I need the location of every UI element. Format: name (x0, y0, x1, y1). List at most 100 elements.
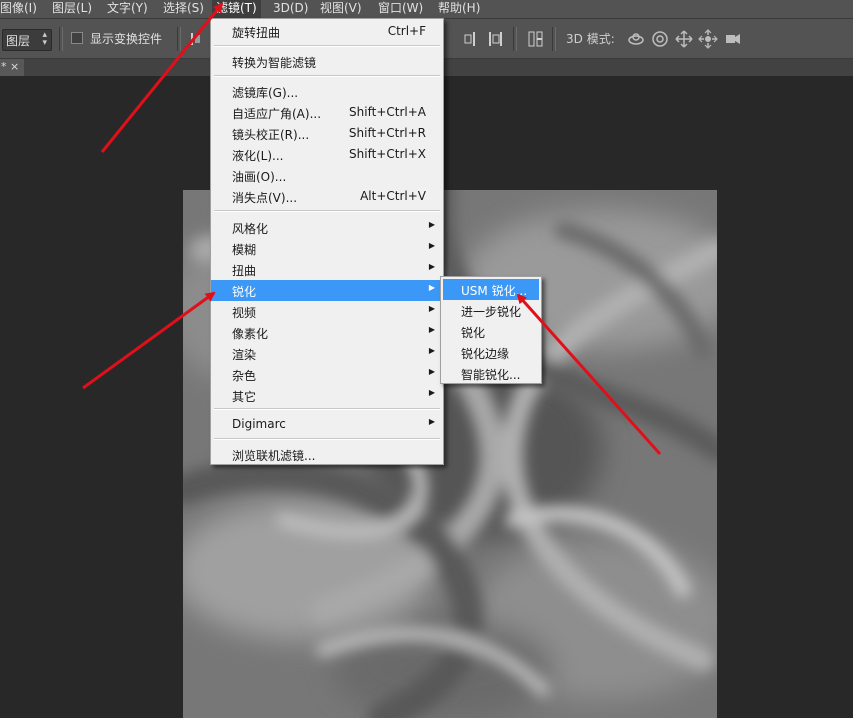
divider (552, 27, 556, 51)
show-transform-label: 显示变换控件 (90, 32, 163, 46)
submenu-arrow-icon: ▶ (428, 367, 435, 376)
menu-item-label: 锐化 (232, 285, 257, 299)
menu-item-label: 渲染 (232, 348, 257, 362)
3d-rotate-icon[interactable] (626, 29, 646, 49)
menu-item-label: 模糊 (232, 243, 257, 257)
submenu-item-label: 锐化边缘 (461, 347, 510, 361)
document-tab-label: * × (1, 60, 20, 73)
select-arrows-icon: ▴ ▾ (42, 30, 47, 48)
menu-view[interactable]: 视图(V) (320, 0, 362, 18)
distribute-right-icon[interactable] (485, 29, 505, 49)
menu-item-oil-paint[interactable]: 油画(O)... (211, 165, 443, 186)
menu-item-label: 像素化 (232, 327, 269, 341)
menu-item-label: 扭曲 (232, 264, 257, 278)
menu-3d[interactable]: 3D(D) (273, 0, 308, 18)
menu-item-vanishing-point[interactable]: 消失点(V)... Alt+Ctrl+V (211, 186, 443, 207)
menu-layer[interactable]: 图层(L) (52, 0, 92, 18)
menu-item-label: 液化(L)... (232, 149, 284, 163)
menu-separator (214, 210, 440, 212)
menu-help[interactable]: 帮助(H) (438, 0, 480, 18)
menu-item-render[interactable]: 渲染 ▶ (211, 343, 443, 364)
submenu-item-label: 智能锐化... (461, 368, 521, 382)
menu-item-shortcut: Shift+Ctrl+A (349, 105, 426, 119)
submenu-item-label: 锐化 (461, 326, 486, 340)
submenu-arrow-icon: ▶ (428, 262, 435, 271)
menu-item-other[interactable]: 其它 ▶ (211, 385, 443, 406)
submenu-item-label: 进一步锐化 (461, 305, 522, 319)
menu-separator (214, 438, 440, 440)
menu-window[interactable]: 窗口(W) (378, 0, 423, 18)
menu-item-stylize[interactable]: 风格化 ▶ (211, 217, 443, 238)
filter-menu: 旋转扭曲 Ctrl+F 转换为智能滤镜 滤镜库(G)... 自适应广角(A)..… (210, 18, 444, 465)
menu-item-label: 风格化 (232, 222, 269, 236)
menu-item-distort[interactable]: 扭曲 ▶ (211, 259, 443, 280)
menu-item-pixelate[interactable]: 像素化 ▶ (211, 322, 443, 343)
submenu-arrow-icon: ▶ (428, 417, 435, 426)
menu-item-label: 滤镜库(G)... (232, 86, 299, 100)
3d-roll-icon[interactable] (650, 29, 670, 49)
submenu-arrow-icon: ▶ (428, 304, 435, 313)
menu-item-label: 自适应广角(A)... (232, 107, 322, 121)
submenu-arrow-icon: ▶ (428, 283, 435, 292)
menu-select[interactable]: 选择(S) (163, 0, 204, 18)
menu-item-shortcut: Alt+Ctrl+V (360, 189, 426, 203)
menu-item-shortcut: Shift+Ctrl+X (349, 147, 426, 161)
submenu-item-sharpen-edges[interactable]: 锐化边缘 (443, 342, 539, 363)
submenu-item-label: USM 锐化... (461, 284, 528, 298)
menu-item-liquify[interactable]: 液化(L)... Shift+Ctrl+X (211, 144, 443, 165)
menu-separator (214, 408, 440, 410)
menu-item-sharpen[interactable]: 锐化 ▶ (211, 280, 443, 301)
menu-item-browse-online-filters[interactable]: 浏览联机滤镜... (211, 444, 443, 465)
menu-item-label: 镜头校正(R)... (232, 128, 310, 142)
3d-scale-icon[interactable] (722, 29, 742, 49)
divider (513, 27, 517, 51)
menu-item-label: 油画(O)... (232, 170, 287, 184)
menu-item-label: 杂色 (232, 369, 257, 383)
submenu-item-unsharp-mask[interactable]: USM 锐化... (443, 279, 539, 300)
submenu-arrow-icon: ▶ (428, 325, 435, 334)
menu-item-noise[interactable]: 杂色 ▶ (211, 364, 443, 385)
layer-select[interactable]: 图层 ▴ ▾ (2, 29, 52, 51)
align-icon[interactable] (186, 29, 206, 49)
distribute-center-icon[interactable] (462, 29, 482, 49)
menu-item-label: 视频 (232, 306, 257, 320)
menu-filter[interactable]: 滤镜(T) (212, 0, 261, 18)
document-tab[interactable]: * × (0, 59, 24, 76)
divider (177, 27, 181, 51)
menu-item-convert-smart-filter[interactable]: 转换为智能滤镜 (211, 51, 443, 72)
show-transform-checkbox[interactable] (71, 32, 83, 44)
menu-image[interactable]: 图像(I) (0, 0, 37, 18)
menu-item-digimarc[interactable]: Digimarc ▶ (211, 414, 443, 435)
submenu-item-sharpen-more[interactable]: 进一步锐化 (443, 300, 539, 321)
submenu-item-smart-sharpen[interactable]: 智能锐化... (443, 363, 539, 384)
menu-item-label: 旋转扭曲 (232, 26, 281, 40)
layer-select-value: 图层 (6, 34, 31, 48)
submenu-arrow-icon: ▶ (428, 220, 435, 229)
menu-item-label: 其它 (232, 390, 257, 404)
submenu-arrow-icon: ▶ (428, 346, 435, 355)
menu-item-blur[interactable]: 模糊 ▶ (211, 238, 443, 259)
3d-slide-icon[interactable] (698, 29, 718, 49)
3d-mode-label: 3D 模式: (566, 32, 615, 46)
menu-item-label: 转换为智能滤镜 (232, 56, 317, 70)
submenu-arrow-icon: ▶ (428, 241, 435, 250)
sharpen-submenu: USM 锐化... 进一步锐化 锐化 锐化边缘 智能锐化... (440, 276, 542, 384)
menu-bar: 图像(I) 图层(L) 文字(Y) 选择(S) 滤镜(T) 3D(D) 视图(V… (0, 0, 853, 19)
menu-item-label: 消失点(V)... (232, 191, 298, 205)
menu-separator (214, 45, 440, 47)
menu-item-adaptive-wide-angle[interactable]: 自适应广角(A)... Shift+Ctrl+A (211, 102, 443, 123)
menu-type[interactable]: 文字(Y) (107, 0, 148, 18)
divider (59, 27, 63, 51)
menu-item-shortcut: Shift+Ctrl+R (348, 126, 426, 140)
menu-item-filter-gallery[interactable]: 滤镜库(G)... (211, 81, 443, 102)
menu-item-video[interactable]: 视频 ▶ (211, 301, 443, 322)
submenu-item-sharpen[interactable]: 锐化 (443, 321, 539, 342)
3d-pan-icon[interactable] (674, 29, 694, 49)
menu-item-lens-correction[interactable]: 镜头校正(R)... Shift+Ctrl+R (211, 123, 443, 144)
menu-item-label: 浏览联机滤镜... (232, 449, 316, 463)
menu-item-label: Digimarc (232, 417, 286, 431)
submenu-arrow-icon: ▶ (428, 388, 435, 397)
auto-align-icon[interactable] (526, 29, 546, 49)
menu-separator (214, 75, 440, 77)
menu-item-twirl[interactable]: 旋转扭曲 Ctrl+F (211, 21, 443, 42)
